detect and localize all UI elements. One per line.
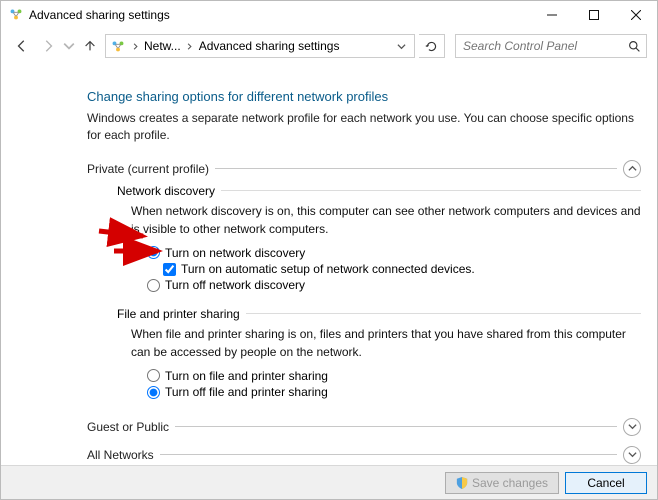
forward-button[interactable] — [37, 35, 59, 57]
button-label: Save changes — [472, 476, 548, 490]
section-guest-public: Guest or Public — [87, 418, 641, 436]
chevron-right-icon[interactable] — [185, 43, 195, 50]
save-changes-button[interactable]: Save changes — [445, 472, 559, 494]
option-turn-off-fps[interactable]: Turn off file and printer sharing — [147, 385, 641, 399]
network-icon — [110, 38, 126, 54]
refresh-button[interactable] — [419, 34, 445, 58]
subsection-network-discovery: Network discovery — [117, 184, 641, 198]
checkbox-auto-setup[interactable] — [163, 263, 176, 276]
section-label: Private (current profile) — [87, 162, 209, 176]
subsection-label: Network discovery — [117, 184, 215, 198]
subsection-label: File and printer sharing — [117, 307, 240, 321]
section-header-guest[interactable]: Guest or Public — [87, 418, 641, 436]
up-button[interactable] — [79, 35, 101, 57]
chevron-down-icon[interactable] — [623, 446, 641, 464]
shield-icon — [456, 477, 468, 489]
radio-turn-off-discovery[interactable] — [147, 279, 160, 292]
back-button[interactable] — [11, 35, 33, 57]
breadcrumb-segment[interactable]: Advanced sharing settings — [195, 39, 344, 53]
option-turn-off-discovery[interactable]: Turn off network discovery — [147, 278, 641, 292]
chevron-up-icon[interactable] — [623, 160, 641, 178]
footer: Save changes Cancel — [1, 465, 657, 499]
content-area: Change sharing options for different net… — [1, 63, 657, 465]
search-box[interactable] — [455, 34, 647, 58]
subsection-file-printer-sharing: File and printer sharing — [117, 307, 641, 321]
radio-turn-off-fps[interactable] — [147, 386, 160, 399]
section-private: Private (current profile) Network discov… — [87, 160, 641, 400]
page-subtitle: Windows creates a separate network profi… — [87, 110, 641, 144]
close-button[interactable] — [615, 1, 657, 29]
chevron-down-icon[interactable] — [392, 42, 410, 51]
section-header-private[interactable]: Private (current profile) — [87, 160, 641, 178]
cancel-button[interactable]: Cancel — [565, 472, 647, 494]
section-label: Guest or Public — [87, 420, 169, 434]
section-header-all[interactable]: All Networks — [87, 446, 641, 464]
option-label: Turn off network discovery — [165, 278, 305, 292]
chevron-right-icon[interactable] — [130, 43, 140, 50]
window-controls — [531, 1, 657, 29]
divider — [160, 454, 617, 455]
chevron-down-icon[interactable] — [623, 418, 641, 436]
title-caption: Advanced sharing settings — [9, 7, 170, 24]
option-label: Turn on file and printer sharing — [165, 369, 328, 383]
option-turn-on-discovery[interactable]: Turn on network discovery — [147, 246, 641, 260]
search-input[interactable] — [461, 38, 627, 54]
divider — [246, 313, 641, 314]
divider — [175, 426, 617, 427]
section-all-networks: All Networks — [87, 446, 641, 464]
divider — [215, 168, 617, 169]
maximize-button[interactable] — [573, 1, 615, 29]
search-icon[interactable] — [627, 39, 641, 53]
minimize-button[interactable] — [531, 1, 573, 29]
page-title: Change sharing options for different net… — [87, 89, 641, 104]
fps-description: When file and printer sharing is on, fil… — [131, 325, 641, 361]
section-label: All Networks — [87, 448, 154, 462]
radio-turn-on-fps[interactable] — [147, 369, 160, 382]
breadcrumb[interactable]: Netw... Advanced sharing settings — [105, 34, 415, 58]
option-label: Turn on network discovery — [165, 246, 305, 260]
recent-button[interactable] — [63, 35, 75, 57]
button-label: Cancel — [587, 476, 624, 490]
network-discovery-description: When network discovery is on, this compu… — [131, 202, 641, 238]
network-icon — [9, 7, 23, 24]
titlebar: Advanced sharing settings — [1, 1, 657, 29]
window-title: Advanced sharing settings — [29, 8, 170, 22]
option-turn-on-fps[interactable]: Turn on file and printer sharing — [147, 369, 641, 383]
radio-turn-on-discovery[interactable] — [147, 246, 160, 259]
option-label: Turn off file and printer sharing — [165, 385, 328, 399]
option-label: Turn on automatic setup of network conne… — [181, 262, 475, 276]
option-auto-setup[interactable]: Turn on automatic setup of network conne… — [163, 262, 641, 276]
divider — [221, 190, 641, 191]
navbar: Netw... Advanced sharing settings — [1, 29, 657, 63]
breadcrumb-segment[interactable]: Netw... — [140, 39, 185, 53]
